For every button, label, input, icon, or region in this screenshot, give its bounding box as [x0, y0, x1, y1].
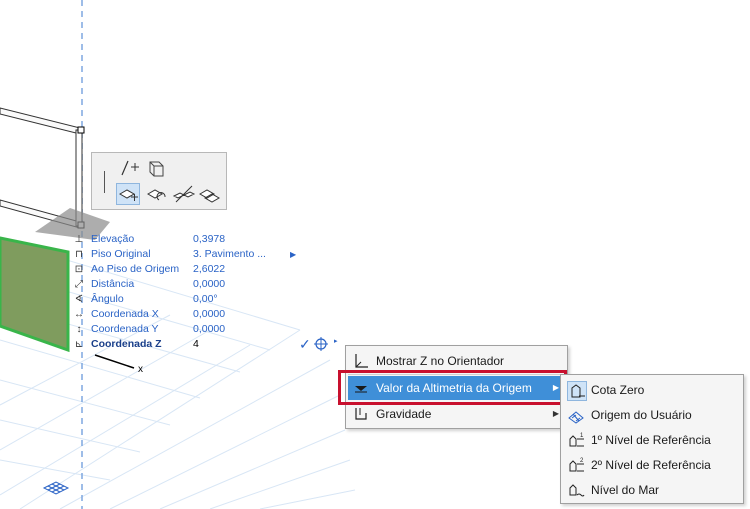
grid-snap-icon[interactable] — [42, 481, 70, 495]
reference-level-1-icon: 1 — [569, 433, 584, 447]
tracker-label: Piso Original — [91, 248, 151, 260]
tracker-label: Elevação — [91, 233, 135, 245]
gravity-icon — [355, 408, 367, 420]
dropdown-arrow-icon[interactable]: ▸ — [334, 337, 338, 345]
annotation-highlight-box — [338, 370, 567, 405]
tracker-value[interactable]: 0,0000 — [193, 277, 225, 292]
to-story-icon: ⊡ — [74, 264, 84, 275]
tracker-row-distance: ⤢ Distância 0,0000 — [68, 277, 298, 292]
tracker-row-home-story: ⊓ Piso Original 3. Pavimento ... ▶ — [68, 247, 298, 262]
drag-icon[interactable] — [116, 183, 140, 205]
check-icon[interactable]: ✓ — [299, 336, 311, 353]
z-coordinate-icon: ⊾ — [74, 339, 84, 350]
submenu: Cota Zero Origem do Usuário 1 1º Nível d… — [560, 374, 744, 504]
pet-palette — [91, 152, 227, 210]
tracker-label: Coordenada Z — [91, 338, 162, 350]
z-axis-icon — [355, 354, 368, 368]
submenu-item-label: 1º Nível de Referência — [591, 433, 711, 447]
tracker-row-z: ⊾ Coordenada Z 4 — [68, 337, 298, 352]
tracker-value[interactable]: 0,0000 — [193, 322, 225, 337]
x-axis-line — [94, 354, 135, 369]
menu-item-label: Gravidade — [376, 407, 432, 421]
tracker-value[interactable]: 0,00° — [193, 292, 218, 307]
submenu-item-project-zero[interactable]: Cota Zero — [563, 378, 741, 402]
crosshair-options-icon[interactable] — [314, 337, 328, 351]
submenu-arrow-icon: ▶ — [552, 409, 559, 418]
distance-icon: ⤢ — [75, 279, 83, 290]
tracker-label: Ângulo — [91, 293, 124, 305]
mirror-icon[interactable] — [172, 183, 196, 205]
submenu-item-label: Cota Zero — [591, 383, 645, 397]
y-coordinate-icon: ↕ — [76, 324, 82, 335]
user-origin-icon — [568, 411, 584, 424]
submenu-item-user-origin[interactable]: Origem do Usuário — [563, 403, 741, 427]
palette-divider — [104, 171, 105, 193]
submenu-item-reference-2[interactable]: 2 2º Nível de Referência — [563, 453, 741, 477]
expand-arrow-icon[interactable]: ▶ — [290, 247, 296, 262]
tracker-label: Coordenada Y — [91, 323, 159, 335]
svg-text:1: 1 — [580, 433, 584, 439]
project-zero-icon — [567, 381, 587, 401]
tracker-value[interactable]: 0,0000 — [193, 307, 225, 322]
submenu-item-label: Nível do Mar — [591, 483, 660, 497]
tracker-row-angle: ∢ Ângulo 0,00° — [68, 292, 298, 307]
hotspot[interactable] — [77, 126, 85, 134]
home-story-icon: ⊓ — [75, 249, 83, 260]
tracker-row-y: ↕ Coordenada Y 0,0000 — [68, 322, 298, 337]
submenu-item-reference-1[interactable]: 1 1º Nível de Referência — [563, 428, 741, 452]
tracker-row-x: ↔ Coordenada X 0,0000 — [68, 307, 298, 322]
reference-level-2-icon: 2 — [569, 458, 584, 472]
tracker-value[interactable]: 2,6022 — [193, 262, 225, 277]
tracker-label: Ao Piso de Origem — [91, 263, 180, 275]
submenu-item-label: Origem do Usuário — [591, 408, 692, 422]
elevation-icon: ⊥ — [74, 234, 84, 245]
tracker-z-input[interactable]: 4 — [193, 337, 199, 352]
elevate-copy-icon[interactable] — [198, 183, 222, 205]
rotate-icon[interactable] — [144, 183, 168, 205]
x-axis-label: x — [138, 364, 143, 375]
move-node-icon[interactable] — [118, 157, 142, 179]
svg-text:2: 2 — [580, 458, 584, 464]
sea-level-icon — [569, 484, 585, 497]
angle-icon: ∢ — [74, 294, 84, 305]
tracker-row-elevation: ⊥ Elevação 0,3978 — [68, 232, 298, 247]
tracker-row-to-story: ⊡ Ao Piso de Origem 2,6022 — [68, 262, 298, 277]
tracker-value[interactable]: 0,3978 — [193, 232, 225, 247]
tracker-value[interactable]: 3. Pavimento ... — [193, 247, 266, 262]
tracker-label: Distância — [91, 278, 135, 290]
elevate-icon[interactable] — [144, 157, 168, 179]
menu-item-gravity[interactable]: Gravidade ▶ — [348, 402, 565, 426]
submenu-item-sea-level[interactable]: Nível do Mar — [563, 478, 741, 502]
tracker-label: Coordenada X — [91, 308, 159, 320]
x-coordinate-icon: ↔ — [74, 309, 84, 320]
submenu-item-label: 2º Nível de Referência — [591, 458, 711, 472]
wall-element — [0, 236, 70, 353]
